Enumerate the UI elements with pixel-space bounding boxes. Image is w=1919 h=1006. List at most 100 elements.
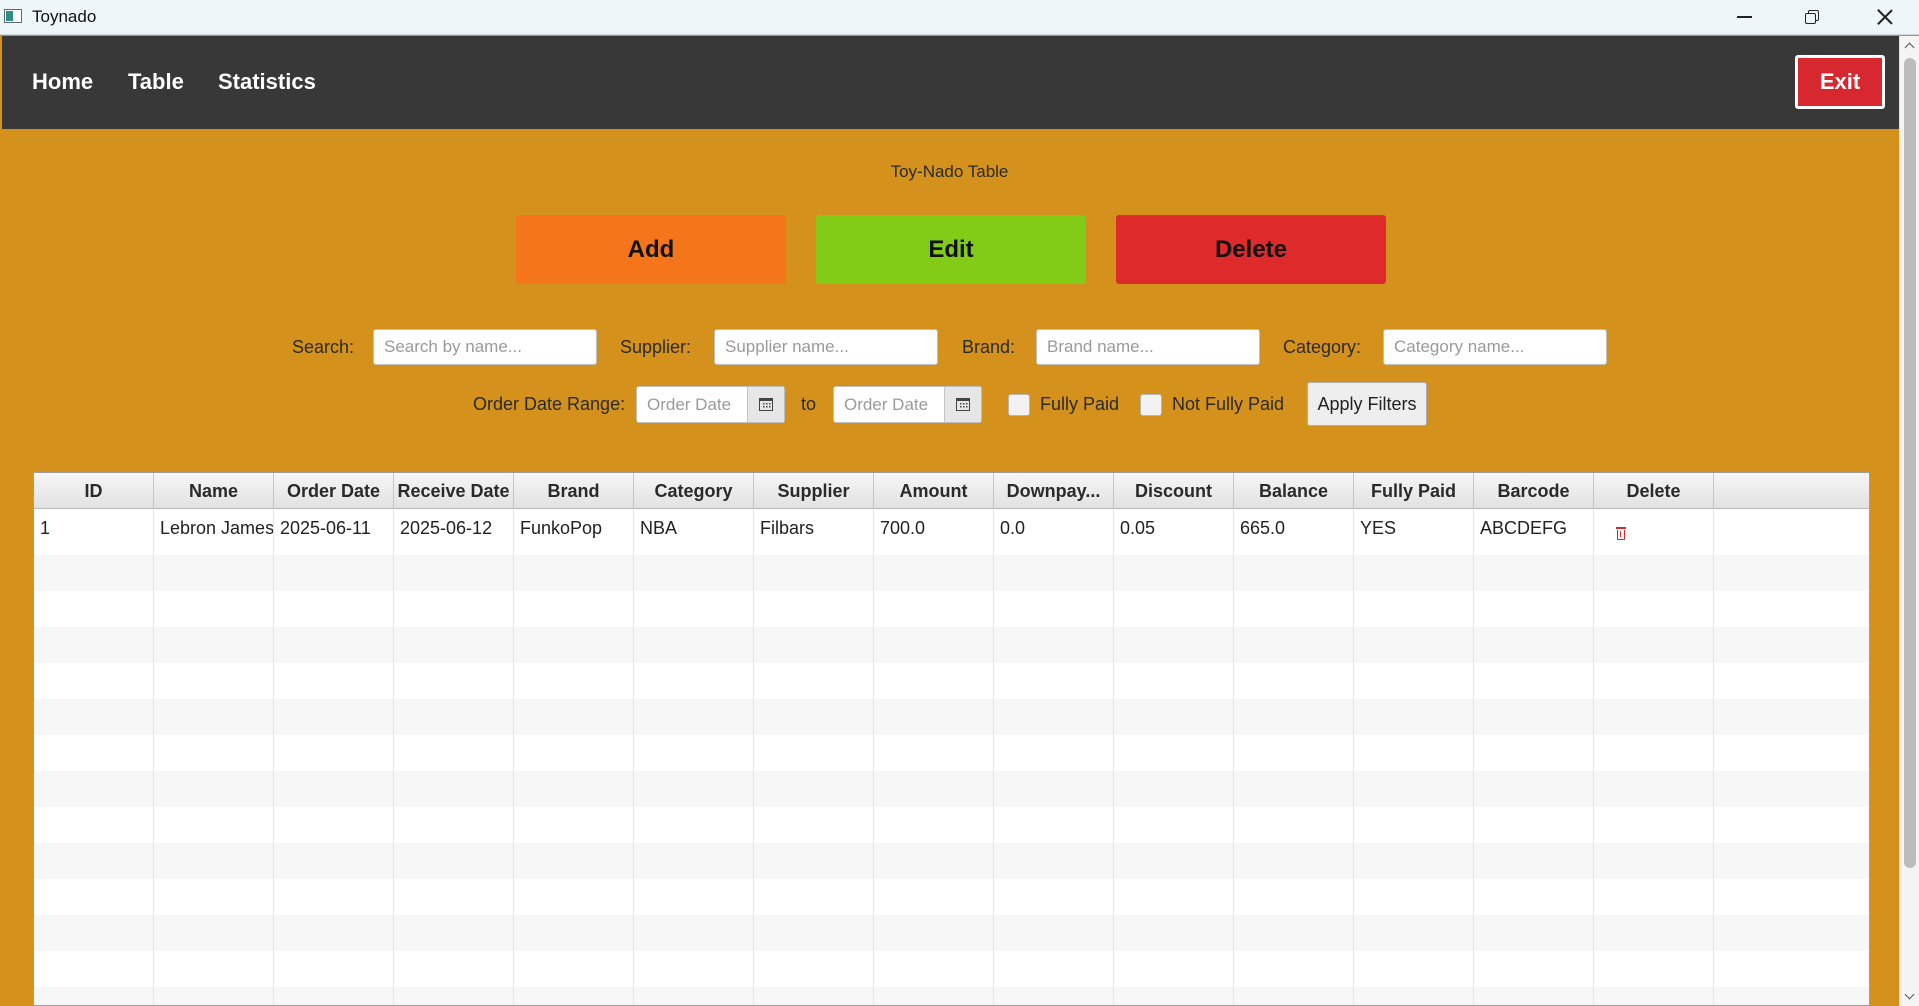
order-date-to-input[interactable] (834, 387, 945, 422)
table-cell-empty (1474, 735, 1594, 771)
table-cell-empty (1114, 735, 1234, 771)
column-header-delete[interactable]: Delete (1594, 473, 1714, 509)
nav-table[interactable]: Table (128, 69, 184, 95)
table-cell-empty (634, 807, 754, 843)
table-cell-empty (274, 951, 394, 987)
column-header-category[interactable]: Category (634, 473, 754, 509)
empty-table-row (34, 663, 1869, 699)
table-cell-empty (274, 555, 394, 591)
order-date-from-picker[interactable] (636, 386, 785, 423)
order-date-from-input[interactable] (637, 387, 748, 422)
table-cell-empty (514, 843, 634, 879)
table-cell-empty (874, 771, 994, 807)
search-input[interactable] (373, 329, 597, 365)
column-header-fully-paid[interactable]: Fully Paid (1354, 473, 1474, 509)
table-cell-empty (754, 951, 874, 987)
table-cell-empty (634, 879, 754, 915)
column-header-barcode[interactable]: Barcode (1474, 473, 1594, 509)
table-cell-empty (514, 807, 634, 843)
scroll-thumb[interactable] (1904, 58, 1916, 868)
column-header-discount[interactable]: Discount (1114, 473, 1234, 509)
nav-statistics[interactable]: Statistics (218, 69, 316, 95)
empty-table-row (34, 771, 1869, 807)
table-cell-empty (1354, 771, 1474, 807)
table-row[interactable]: 1 Lebron James 2025-06-11 2025-06-12 FunkoPo… (34, 509, 1869, 555)
table-cell-empty (34, 735, 154, 771)
table-cell-empty (1234, 627, 1354, 663)
table-cell-empty (1354, 807, 1474, 843)
column-header-downpay[interactable]: Downpay... (994, 473, 1114, 509)
column-header-supplier[interactable]: Supplier (754, 473, 874, 509)
delete-button[interactable]: Delete (1116, 215, 1386, 284)
vertical-scrollbar[interactable] (1899, 36, 1919, 1006)
table-cell-empty (394, 879, 514, 915)
table-cell-empty (394, 663, 514, 699)
table-cell-empty (1234, 663, 1354, 699)
restore-button[interactable] (1778, 0, 1846, 34)
column-header-brand[interactable]: Brand (514, 473, 634, 509)
apply-filters-button[interactable]: Apply Filters (1307, 382, 1427, 426)
scroll-up-icon[interactable] (1904, 42, 1915, 53)
table-cell-empty (874, 555, 994, 591)
column-header-name[interactable]: Name (154, 473, 274, 509)
column-header-id[interactable]: ID (34, 473, 154, 509)
supplier-input[interactable] (714, 329, 938, 365)
column-header-receive-date[interactable]: Receive Date (394, 473, 514, 509)
nav-home[interactable]: Home (32, 69, 93, 95)
not-fully-paid-checkbox[interactable] (1140, 394, 1162, 416)
empty-table-row (34, 699, 1869, 735)
table-cell-empty (1234, 879, 1354, 915)
table-filler-cell (1714, 627, 1869, 663)
table-cell-empty (514, 591, 634, 627)
edit-button[interactable]: Edit (816, 215, 1086, 284)
table-cell-empty (1474, 987, 1594, 1005)
table-filler-cell (1714, 735, 1869, 771)
order-date-to-picker[interactable] (833, 386, 982, 423)
column-header-order-date[interactable]: Order Date (274, 473, 394, 509)
calendar-to-button[interactable] (944, 387, 981, 422)
table-cell-empty (874, 735, 994, 771)
table-cell-empty (874, 627, 994, 663)
table-cell-empty (754, 771, 874, 807)
table-cell-empty (1474, 951, 1594, 987)
table-cell-empty (1114, 699, 1234, 735)
table-cell-empty (634, 843, 754, 879)
table-cell-empty (394, 951, 514, 987)
table-cell-empty (874, 951, 994, 987)
column-header-amount[interactable]: Amount (874, 473, 994, 509)
trash-icon[interactable] (1616, 527, 1626, 540)
add-button[interactable]: Add (516, 215, 786, 284)
table-cell: Filbars (754, 509, 874, 555)
calendar-from-button[interactable] (747, 387, 784, 422)
fully-paid-checkbox[interactable] (1008, 394, 1030, 416)
table-cell-empty (994, 987, 1114, 1005)
table-cell: 2025-06-11 (274, 509, 394, 555)
category-input[interactable] (1383, 329, 1607, 365)
close-window-button[interactable] (1851, 0, 1919, 34)
minimize-button[interactable] (1710, 0, 1778, 34)
table-cell-empty (874, 915, 994, 951)
table-cell-empty (1354, 591, 1474, 627)
not-fully-paid-label[interactable]: Not Fully Paid (1172, 394, 1284, 415)
exit-button[interactable]: Exit (1795, 55, 1885, 109)
table-cell-empty (1354, 699, 1474, 735)
empty-table-row (34, 879, 1869, 915)
brand-input[interactable] (1036, 329, 1260, 365)
column-header-balance[interactable]: Balance (1234, 473, 1354, 509)
table-cell-empty (1354, 843, 1474, 879)
table-cell-empty (514, 951, 634, 987)
table-cell-empty (994, 699, 1114, 735)
table-cell-empty (34, 771, 154, 807)
table-cell-empty (994, 879, 1114, 915)
empty-table-row (34, 987, 1869, 1005)
table-cell-empty (1594, 951, 1714, 987)
table-cell-empty (874, 879, 994, 915)
table-cell-empty (274, 663, 394, 699)
table-cell-empty (154, 699, 274, 735)
fully-paid-label[interactable]: Fully Paid (1040, 394, 1119, 415)
table-cell: 700.0 (874, 509, 994, 555)
table-filler-cell (1714, 915, 1869, 951)
toys-table[interactable]: ID Name Order Date Receive Date Brand Categor… (33, 472, 1870, 1006)
table-filler-cell (1714, 807, 1869, 843)
scroll-down-icon[interactable] (1904, 989, 1915, 1000)
